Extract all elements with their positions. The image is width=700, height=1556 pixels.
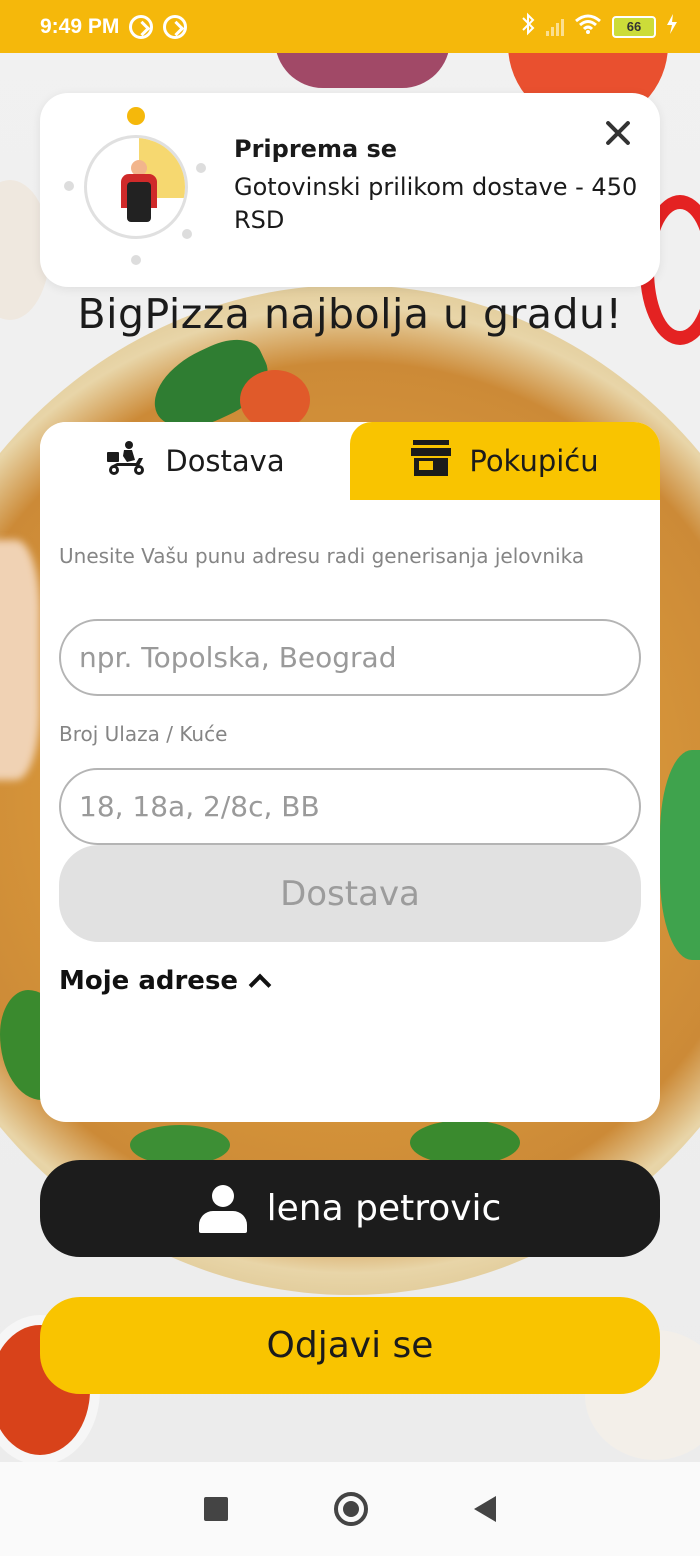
entrance-field-label: Broj Ulaza / Kuće (59, 722, 228, 746)
order-progress-graphic (60, 107, 212, 265)
page-tagline: BigPizza najbolja u gradu! (77, 290, 623, 338)
status-time: 9:49 PM (40, 14, 120, 38)
user-profile-button[interactable]: lena petrovic (40, 1160, 660, 1257)
back-icon[interactable] (474, 1496, 496, 1522)
progress-step-dot (64, 181, 74, 191)
bluetooth-icon (520, 12, 536, 41)
my-addresses-label: Moje adrese (59, 966, 239, 996)
progress-step-dot (127, 107, 145, 125)
logout-button[interactable]: Odjavi se (40, 1297, 660, 1394)
progress-step-dot (182, 229, 192, 239)
spinach-leaf-image (410, 1120, 520, 1165)
chevron-up-icon (248, 973, 272, 997)
spinach-leaf-image (130, 1125, 230, 1165)
my-addresses-toggle[interactable]: Moje adrese (59, 966, 272, 997)
tab-pickup[interactable]: Pokupiću (350, 422, 660, 500)
tab-delivery[interactable]: Dostava (40, 422, 350, 500)
blurred-ingredient-image (0, 540, 40, 780)
tomato-piece-image (240, 370, 310, 430)
close-icon[interactable] (600, 115, 636, 151)
app-notification-icon (129, 14, 154, 39)
notification-body: Gotovinski prilikom dostave - 450 RSD (234, 173, 638, 234)
order-status-notification[interactable]: Priprema se Gotovinski prilikom dostave … (40, 93, 660, 287)
system-navigation-bar (0, 1462, 700, 1556)
battery-icon: 66 (612, 15, 656, 38)
home-icon[interactable] (334, 1492, 368, 1526)
progress-ring (84, 135, 188, 239)
progress-step-dot (196, 163, 206, 173)
app-notification-icon (163, 14, 188, 39)
progress-step-dot (131, 255, 141, 265)
recent-apps-icon[interactable] (204, 1497, 228, 1521)
delivery-submit-button[interactable]: Dostava (59, 845, 641, 942)
chef-icon (121, 160, 157, 222)
status-right-group: 66 (520, 12, 678, 41)
status-bar: 9:49 PM 66 (0, 0, 700, 53)
scooter-delivery-icon (105, 440, 147, 483)
address-field-label: Unesite Vašu punu adresu radi generisanj… (59, 544, 585, 568)
charging-icon (666, 14, 678, 39)
order-form-card: Dostava Pokupiću Unesite Vašu punu adres… (40, 422, 660, 1122)
signal-icon (546, 18, 564, 36)
user-name: lena petrovic (266, 1188, 502, 1229)
person-icon (198, 1184, 247, 1233)
store-icon (411, 439, 452, 483)
tab-pickup-label: Pokupiću (469, 444, 599, 478)
wifi-icon (574, 13, 602, 40)
tab-delivery-label: Dostava (165, 444, 285, 478)
entrance-number-input[interactable] (59, 768, 641, 845)
address-input[interactable] (59, 619, 641, 696)
notification-title: Priprema se (234, 135, 398, 163)
